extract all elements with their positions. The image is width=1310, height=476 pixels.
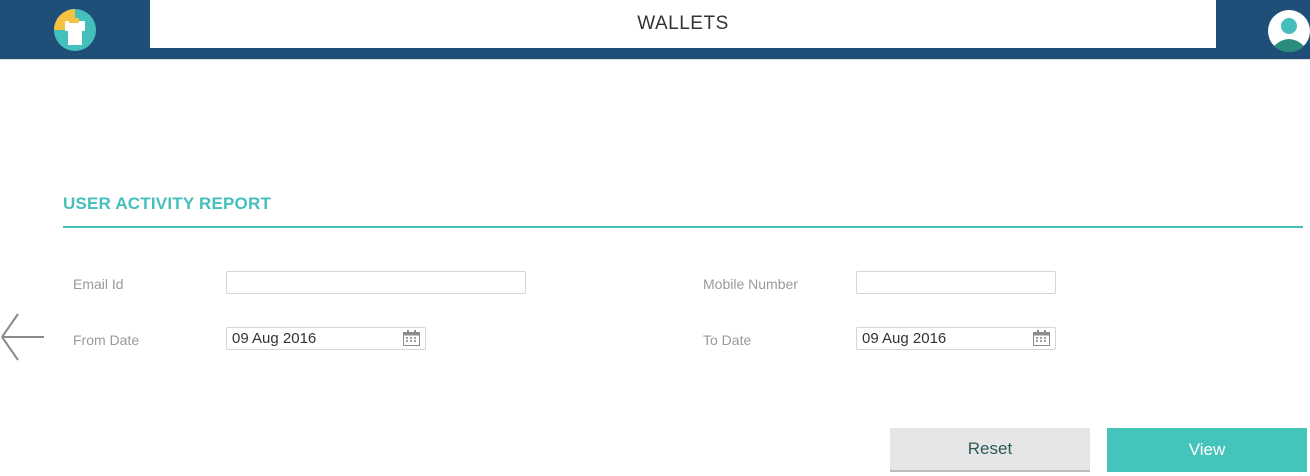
from-date-field[interactable]: [226, 327, 426, 350]
from-date-input[interactable]: [227, 328, 397, 349]
user-avatar-icon[interactable]: [1268, 10, 1310, 53]
view-button[interactable]: View: [1107, 428, 1307, 472]
to-date-input[interactable]: [857, 328, 1027, 349]
reset-button[interactable]: Reset: [890, 428, 1090, 472]
section-divider: [63, 226, 1303, 228]
app-title: WALLETS: [637, 13, 729, 34]
app-title-box: WALLETS: [150, 0, 1216, 48]
wallet-logo-icon[interactable]: [54, 9, 96, 51]
to-date-label: To Date: [703, 332, 752, 348]
mobile-input[interactable]: [856, 271, 1056, 294]
back-arrow-icon[interactable]: [0, 312, 46, 362]
from-date-label: From Date: [73, 332, 140, 348]
calendar-icon[interactable]: [403, 330, 420, 346]
email-input[interactable]: [226, 271, 526, 294]
to-date-field[interactable]: [856, 327, 1056, 350]
mobile-label: Mobile Number: [703, 276, 798, 292]
top-bar: WALLETS: [0, 0, 1310, 60]
calendar-icon[interactable]: [1033, 330, 1050, 346]
report-title: USER ACTIVITY REPORT: [63, 194, 272, 213]
email-label: Email Id: [73, 276, 124, 292]
